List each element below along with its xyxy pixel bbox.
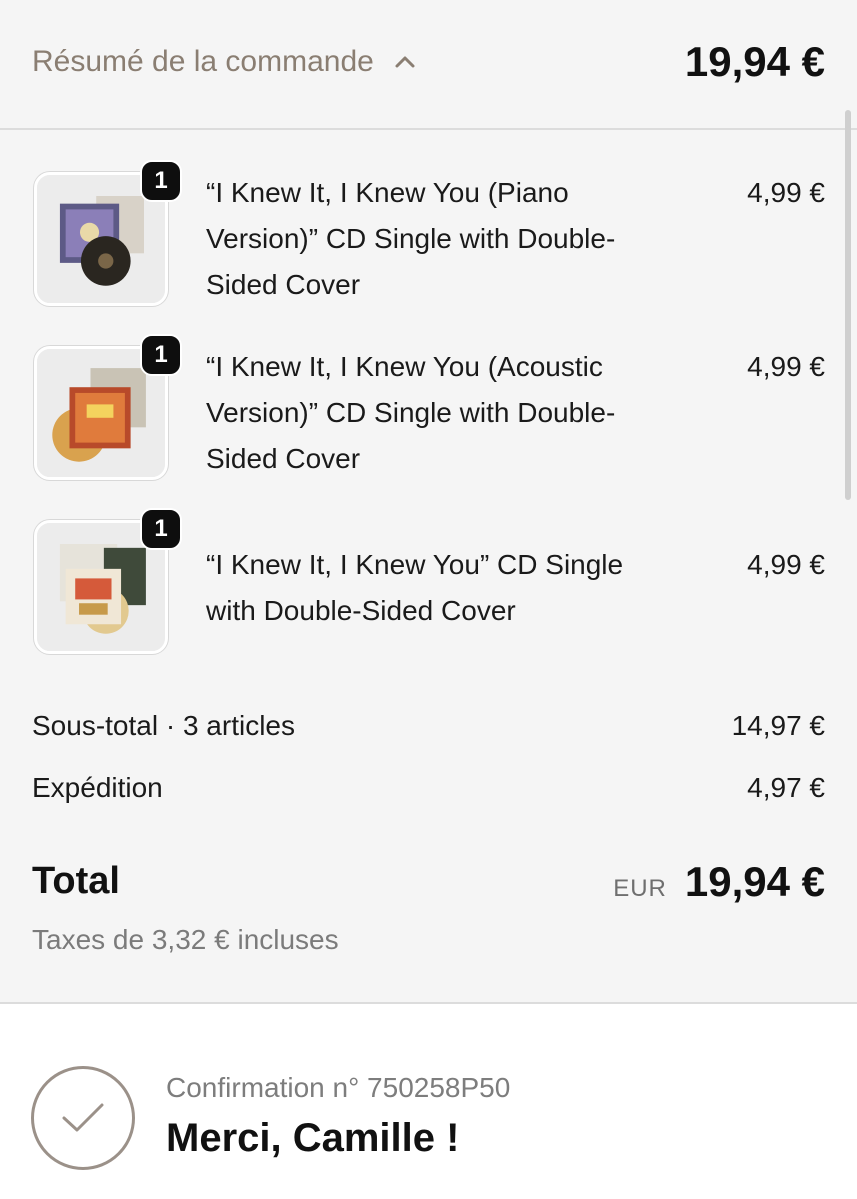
- quantity-badge: 1: [140, 334, 182, 376]
- chevron-up-icon: [394, 55, 416, 69]
- item-title: “I Knew It, I Knew You (Piano Version)” …: [206, 177, 616, 300]
- item-price: 4,99 €: [747, 177, 825, 208]
- shipping-row: Expédition 4,97 €: [32, 772, 825, 804]
- subtotal-label: Sous-total · 3 articles: [32, 710, 295, 741]
- total-amount: 19,94 €: [684, 858, 825, 905]
- tax-note: Taxes de 3,32 € incluses: [32, 924, 339, 955]
- checkmark-icon: [31, 1066, 135, 1170]
- subtotal-value: 14,97 €: [731, 710, 825, 741]
- header-total: 19,94 €: [684, 38, 825, 85]
- confirmation-section: Confirmation n° 750258P50 Merci, Camille…: [0, 1002, 857, 1199]
- summary-header: Résumé de la commande 19,94 €: [0, 0, 857, 130]
- currency-code: EUR: [613, 875, 667, 902]
- item-title: “I Knew It, I Knew You” CD Single with D…: [206, 549, 624, 626]
- subtotal-row: Sous-total · 3 articles 14,97 €: [32, 710, 825, 742]
- shipping-label: Expédition: [32, 772, 163, 803]
- total-amount-group: EUR 19,94 €: [613, 858, 825, 906]
- total-label: Total: [32, 860, 120, 902]
- quantity-badge: 1: [140, 160, 182, 202]
- scrollbar[interactable]: [845, 110, 851, 500]
- summary-toggle[interactable]: Résumé de la commande: [32, 42, 416, 82]
- thank-you-message: Merci, Camille !: [166, 1116, 460, 1160]
- summary-toggle-label: Résumé de la commande: [32, 45, 374, 78]
- item-title: “I Knew It, I Knew You (Acoustic Version…: [206, 351, 616, 474]
- shipping-value: 4,97 €: [747, 772, 825, 803]
- order-summary: Résumé de la commande 19,94 € 1 “I Knew …: [0, 0, 857, 1002]
- item-price: 4,99 €: [747, 351, 825, 382]
- item-price: 4,99 €: [747, 549, 825, 580]
- confirmation-number: Confirmation n° 750258P50: [166, 1072, 511, 1103]
- quantity-badge: 1: [140, 508, 182, 550]
